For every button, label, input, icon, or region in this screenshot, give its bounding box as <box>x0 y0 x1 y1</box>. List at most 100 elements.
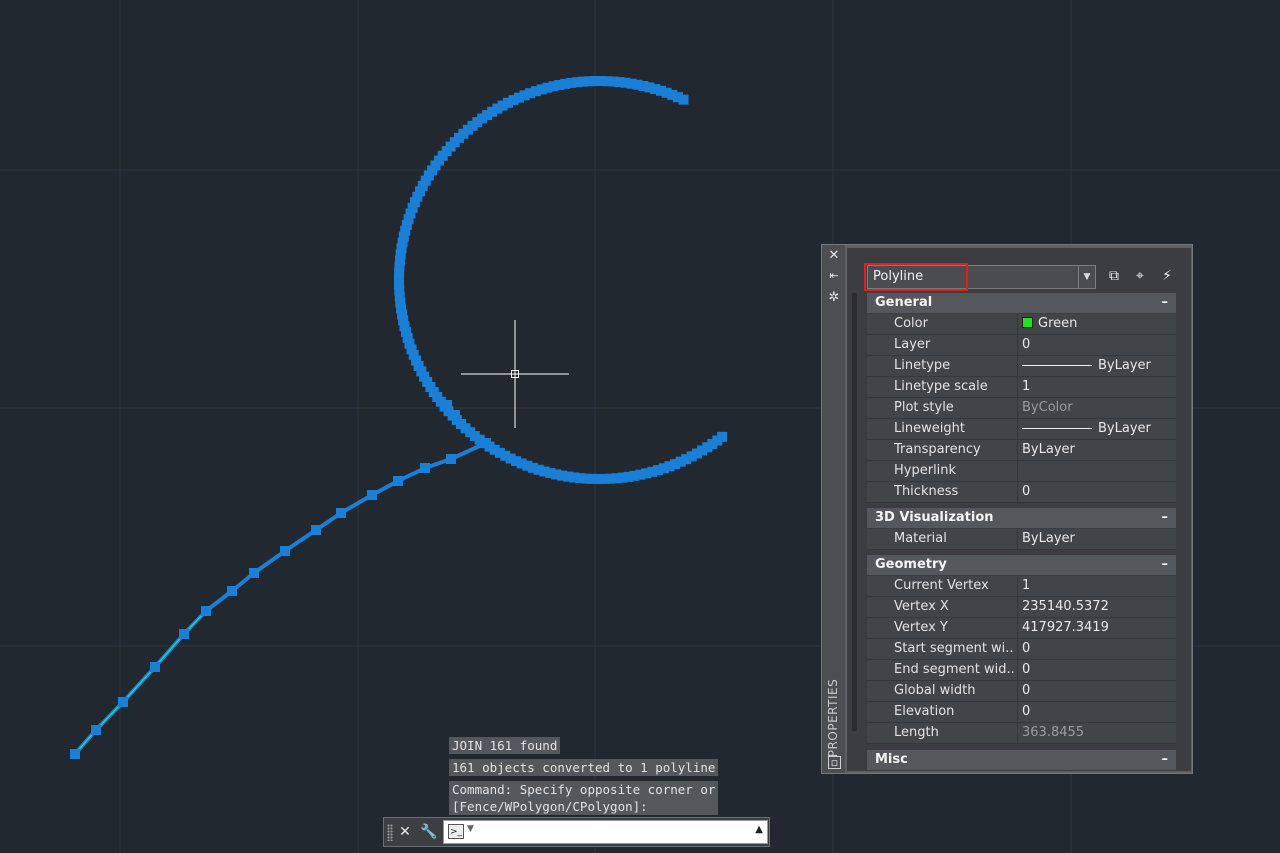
vertex-grip[interactable] <box>227 586 237 596</box>
prop-name: Length <box>894 725 939 740</box>
prop-name: Vertex Y <box>894 620 948 635</box>
command-input-box[interactable]: >_ ▼ ▲ <box>443 820 768 844</box>
section-3d-visualization[interactable]: 3D Visualization – <box>867 508 1176 528</box>
collapse-icon[interactable]: – <box>1162 555 1169 575</box>
prop-row-current-vertex[interactable]: Current Vertex 1 <box>867 576 1176 597</box>
prop-value[interactable]: 1 <box>1017 377 1175 397</box>
prop-row-color[interactable]: Color Green <box>867 314 1176 335</box>
prop-row-elevation[interactable]: Elevation 0 <box>867 702 1176 723</box>
vertex-grip[interactable] <box>336 508 346 518</box>
vertex-grip[interactable] <box>450 410 460 420</box>
section-geometry[interactable]: Geometry – <box>867 555 1176 575</box>
prop-row-length[interactable]: Length 363.8455 <box>867 723 1176 744</box>
prop-name: Thickness <box>894 484 959 499</box>
vertex-grip[interactable] <box>179 629 189 639</box>
selected-polyline[interactable] <box>70 76 728 759</box>
object-type-select[interactable]: Polyline ▼ <box>867 265 1096 289</box>
vertex-grip[interactable] <box>717 431 728 442</box>
vertex-grip[interactable] <box>456 419 466 429</box>
vertex-grip[interactable] <box>91 725 101 735</box>
prop-value[interactable]: ByLayer <box>1017 529 1175 549</box>
prop-value[interactable]: 0 <box>1017 681 1175 701</box>
collapse-icon[interactable]: – <box>1162 508 1169 528</box>
vertex-grip[interactable] <box>367 490 377 500</box>
prop-name: Global width <box>894 683 976 698</box>
close-icon[interactable]: ✕ <box>396 823 414 841</box>
prop-name: Linetype <box>894 358 951 373</box>
vertex-grip[interactable] <box>280 546 290 556</box>
prop-name: Elevation <box>894 704 955 719</box>
prop-name: Current Vertex <box>894 578 989 593</box>
section-general[interactable]: General – <box>867 293 1176 313</box>
vertex-grip[interactable] <box>446 454 456 464</box>
prop-value[interactable] <box>1017 461 1175 481</box>
prop-row-transparency[interactable]: Transparency ByLayer <box>867 440 1176 461</box>
settings-icon[interactable]: ✲ <box>826 291 842 305</box>
vertex-grip[interactable] <box>311 525 321 535</box>
wrench-icon[interactable]: 🔧 <box>420 823 438 841</box>
prop-value[interactable]: 0 <box>1017 482 1175 502</box>
prop-row-start-segment-width[interactable]: Start segment wi... 0 <box>867 639 1176 660</box>
prop-value[interactable]: ByLayer <box>1017 419 1175 439</box>
vertex-grip[interactable] <box>249 568 259 578</box>
collapse-icon[interactable]: – <box>1162 750 1169 770</box>
prop-value[interactable]: ByColor <box>1017 398 1175 418</box>
vertex-grip[interactable] <box>201 606 211 616</box>
prop-value[interactable]: 417927.3419 <box>1017 618 1175 638</box>
section-general-label: General <box>875 295 933 310</box>
prop-value[interactable]: 0 <box>1017 660 1175 680</box>
prop-row-material[interactable]: Material ByLayer <box>867 529 1176 550</box>
prop-value[interactable]: 363.8455 <box>1017 723 1175 743</box>
prop-row-linetype[interactable]: Linetype ByLayer <box>867 356 1176 377</box>
prop-value[interactable]: 1 <box>1017 576 1175 596</box>
command-history-line-1: JOIN 161 found <box>449 737 561 754</box>
prop-name: Start segment wi... <box>894 641 1014 656</box>
auto-hide-icon[interactable]: ⇤ <box>826 269 842 283</box>
prop-row-plot-style[interactable]: Plot style ByColor <box>867 398 1176 419</box>
linetype-value-text: ByLayer <box>1098 358 1151 373</box>
prop-row-lineweight[interactable]: Lineweight ByLayer <box>867 419 1176 440</box>
section-3d-visualization-label: 3D Visualization <box>875 510 994 525</box>
lineweight-preview <box>1022 428 1092 429</box>
polyline-loop-grips <box>394 76 728 484</box>
prop-row-vertex-x[interactable]: Vertex X 235140.5372 <box>867 597 1176 618</box>
palette-content: Polyline ▼ ⧉ ⌖ ⚡ General – Color Green L… <box>847 248 1191 771</box>
prop-value[interactable]: 235140.5372 <box>1017 597 1175 617</box>
prop-row-layer[interactable]: Layer 0 <box>867 335 1176 356</box>
prop-value[interactable]: 0 <box>1017 702 1175 722</box>
command-input[interactable] <box>478 822 752 844</box>
prop-value[interactable]: 0 <box>1017 335 1175 355</box>
chevron-down-icon[interactable]: ▼ <box>467 824 474 834</box>
vertex-grip[interactable] <box>150 662 160 672</box>
vertex-grip[interactable] <box>393 476 403 486</box>
prop-value[interactable]: 0 <box>1017 639 1175 659</box>
quick-select-icon[interactable]: ⚡ <box>1156 265 1178 287</box>
prop-value[interactable]: Green <box>1017 314 1175 334</box>
vertex-grip[interactable] <box>442 400 452 410</box>
prop-row-end-segment-width[interactable]: End segment wid... 0 <box>867 660 1176 681</box>
prop-row-global-width[interactable]: Global width 0 <box>867 681 1176 702</box>
prop-row-thickness[interactable]: Thickness 0 <box>867 482 1176 503</box>
vertex-grip[interactable] <box>70 749 80 759</box>
prop-row-vertex-y[interactable]: Vertex Y 417927.3419 <box>867 618 1176 639</box>
command-prompt-icon[interactable]: >_ <box>448 824 464 839</box>
select-objects-icon[interactable]: ⌖ <box>1129 265 1151 287</box>
chevron-down-icon[interactable]: ▼ <box>1078 266 1095 288</box>
close-icon[interactable]: ✕ <box>826 249 842 263</box>
collapse-icon[interactable]: – <box>1162 293 1169 313</box>
palette-menu-icon[interactable]: ▫ <box>828 756 841 769</box>
prop-value[interactable]: ByLayer <box>1017 440 1175 460</box>
vertex-grip[interactable] <box>420 463 430 473</box>
prop-row-linetype-scale[interactable]: Linetype scale 1 <box>867 377 1176 398</box>
section-misc[interactable]: Misc – <box>867 750 1176 770</box>
prop-value[interactable]: ByLayer <box>1017 356 1175 376</box>
palette-title-bar[interactable]: ✕ ⇤ ✲ PROPERTIES ▫ <box>822 245 845 773</box>
toggle-pickadd-icon[interactable]: ⧉ <box>1103 265 1125 287</box>
vertex-grip[interactable] <box>118 697 128 707</box>
section-misc-label: Misc <box>875 752 908 767</box>
drag-grip-handle[interactable] <box>387 824 393 841</box>
palette-scrollbar[interactable] <box>852 293 857 731</box>
prop-name: Hyperlink <box>894 463 957 478</box>
triangle-up-icon[interactable]: ▲ <box>755 824 763 835</box>
prop-row-hyperlink[interactable]: Hyperlink <box>867 461 1176 482</box>
